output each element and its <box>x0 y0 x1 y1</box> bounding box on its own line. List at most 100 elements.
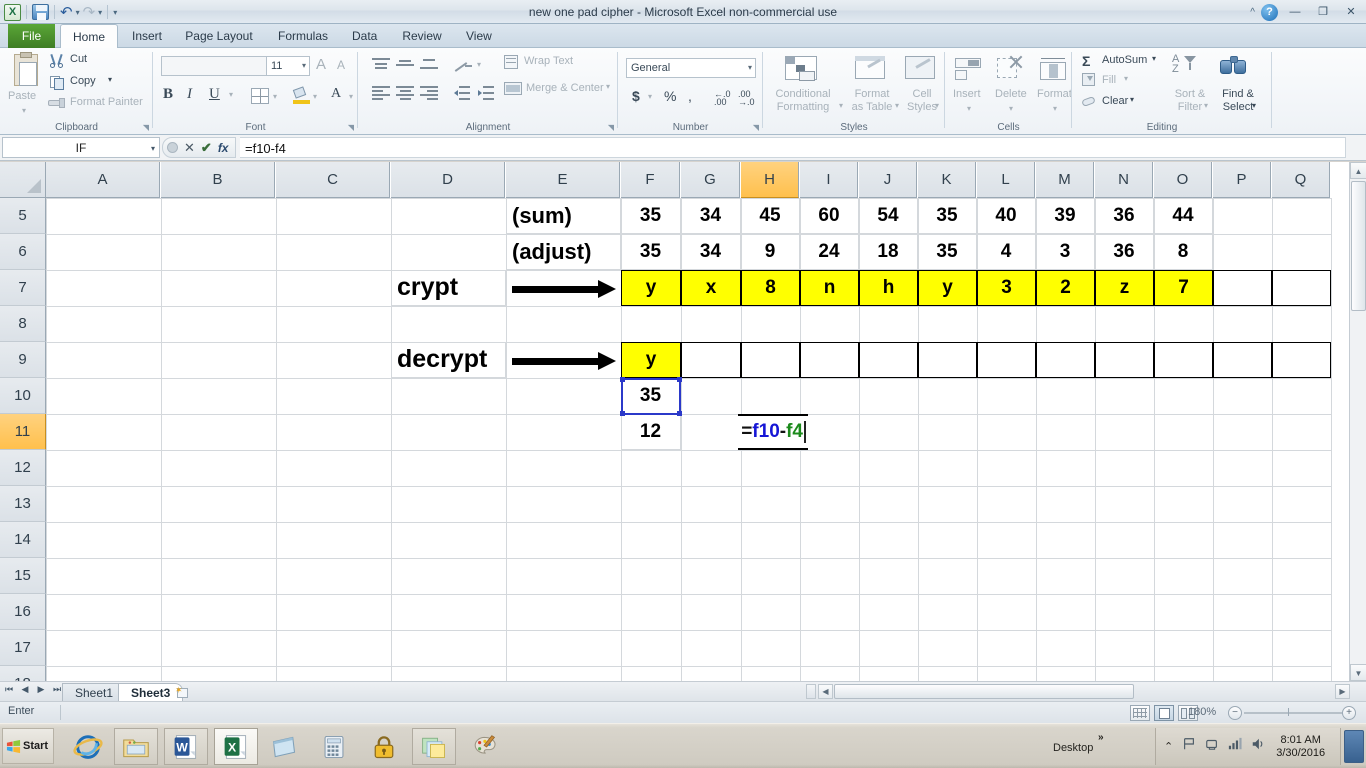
cell-G6[interactable]: 34 <box>681 234 741 270</box>
format-painter-label[interactable]: Format Painter <box>70 96 143 108</box>
cell-F6[interactable]: 35 <box>621 234 681 270</box>
cell-M9[interactable] <box>1036 342 1095 378</box>
format-cells-label[interactable]: Format <box>1037 88 1072 100</box>
cell-styles-icon[interactable] <box>905 56 937 82</box>
cell-O5[interactable]: 44 <box>1154 198 1213 234</box>
column-header-C[interactable]: C <box>276 162 390 198</box>
clear-dropdown-icon[interactable]: ▾ <box>1130 95 1134 104</box>
cell-M5[interactable]: 39 <box>1036 198 1095 234</box>
cell-L7[interactable]: 3 <box>977 270 1036 306</box>
vertical-scrollbar[interactable]: ▲ ▼ <box>1349 162 1366 681</box>
lock-icon[interactable] <box>362 728 406 765</box>
cell-F10[interactable]: 35 <box>621 378 681 414</box>
paste-dropdown-icon[interactable]: ▾ <box>22 106 26 115</box>
cell-D9[interactable]: decrypt <box>391 342 506 378</box>
cell-F5[interactable]: 35 <box>621 198 681 234</box>
name-box-dropdown-icon[interactable]: ▾ <box>151 138 155 159</box>
cancel-icon[interactable]: ✕ <box>184 140 195 156</box>
borders-dropdown-icon[interactable]: ▾ <box>273 92 277 101</box>
cell-K5[interactable]: 35 <box>918 198 977 234</box>
cell-K9[interactable] <box>918 342 977 378</box>
first-sheet-icon[interactable]: ⏮ <box>2 684 16 695</box>
column-header-A[interactable]: A <box>46 162 160 198</box>
column-header-L[interactable]: L <box>977 162 1035 198</box>
decrease-decimal-icon[interactable]: .00 →.0 <box>738 90 755 107</box>
cell-G7[interactable]: x <box>681 270 741 306</box>
delete-cells-dropdown-icon[interactable]: ▾ <box>1009 104 1013 113</box>
cell-J9[interactable] <box>859 342 918 378</box>
cell-N5[interactable]: 36 <box>1095 198 1154 234</box>
decrease-indent-icon[interactable] <box>454 86 470 100</box>
tab-review[interactable]: Review <box>392 24 452 48</box>
paste-icon[interactable] <box>12 52 40 88</box>
tab-formulas[interactable]: Formulas <box>268 24 338 48</box>
clear-label[interactable]: Clear <box>1102 95 1128 107</box>
paint-icon[interactable] <box>462 728 506 765</box>
tab-data[interactable]: Data <box>342 24 387 48</box>
volume-icon[interactable] <box>1251 737 1265 756</box>
cell-Q7[interactable] <box>1272 270 1331 306</box>
cell-G9[interactable] <box>681 342 741 378</box>
hscroll-left-icon[interactable]: ◀ <box>818 684 833 699</box>
copy-label[interactable]: Copy <box>70 75 96 87</box>
cell-H7[interactable]: 8 <box>741 270 800 306</box>
cell-O9[interactable] <box>1154 342 1213 378</box>
row-header-13[interactable]: 13 <box>0 486 46 522</box>
delete-cells-label[interactable]: Delete <box>995 88 1027 100</box>
clock[interactable]: 8:01 AM 3/30/2016 <box>1276 734 1325 760</box>
align-right-icon[interactable] <box>420 86 438 100</box>
orientation-icon[interactable] <box>454 56 474 72</box>
show-desktop-button[interactable] <box>1344 730 1364 763</box>
increase-indent-icon[interactable] <box>478 86 494 100</box>
column-header-M[interactable]: M <box>1036 162 1094 198</box>
merge-center-dropdown-icon[interactable]: ▾ <box>606 82 610 91</box>
font-dialog-launcher-icon[interactable]: ◥ <box>348 123 354 132</box>
row-header-9[interactable]: 9 <box>0 342 46 378</box>
fill-dropdown-icon[interactable]: ▾ <box>1124 74 1128 83</box>
column-header-D[interactable]: D <box>391 162 505 198</box>
underline-button[interactable]: U <box>209 86 220 103</box>
cell-editor-H11[interactable]: = f10- f4 <box>738 414 808 450</box>
bold-button[interactable]: B <box>163 86 173 103</box>
clear-icon[interactable] <box>1081 94 1098 108</box>
cell-K6[interactable]: 35 <box>918 234 977 270</box>
sheet-tab-sheet3[interactable]: Sheet3 <box>118 683 184 702</box>
cell-E6[interactable]: (adjust) <box>506 234 621 270</box>
overflow-chevron-icon[interactable]: » <box>1098 732 1104 743</box>
collapse-ribbon-icon[interactable]: ^ <box>1250 7 1255 18</box>
cell-F7[interactable]: y <box>621 270 681 306</box>
autosum-label[interactable]: AutoSum <box>1102 54 1147 66</box>
minimize-button[interactable]: — <box>1284 4 1306 21</box>
row-header-10[interactable]: 10 <box>0 378 46 414</box>
row-header-12[interactable]: 12 <box>0 450 46 486</box>
row-header-16[interactable]: 16 <box>0 594 46 630</box>
page-layout-view-icon[interactable] <box>1154 705 1174 721</box>
column-header-N[interactable]: N <box>1095 162 1153 198</box>
row-header-18[interactable]: 18 <box>0 666 46 681</box>
sticky-notes-icon[interactable] <box>412 728 456 765</box>
column-header-B[interactable]: B <box>161 162 275 198</box>
insert-function-icon[interactable]: fx <box>218 141 229 155</box>
cell-E5[interactable]: (sum) <box>506 198 621 234</box>
cell-O7[interactable]: 7 <box>1154 270 1213 306</box>
cell-P9[interactable] <box>1213 342 1272 378</box>
row-header-8[interactable]: 8 <box>0 306 46 342</box>
cell-O6[interactable]: 8 <box>1154 234 1213 270</box>
column-header-P[interactable]: P <box>1213 162 1271 198</box>
cell-K7[interactable]: y <box>918 270 977 306</box>
delete-cells-icon[interactable] <box>997 55 1025 82</box>
cell-H5[interactable]: 45 <box>741 198 800 234</box>
scroll-up-icon[interactable]: ▲ <box>1350 162 1366 179</box>
cell-L5[interactable]: 40 <box>977 198 1036 234</box>
fill-label[interactable]: Fill <box>1102 74 1116 86</box>
tab-split-handle[interactable] <box>806 684 816 699</box>
format-as-table-label[interactable]: Format as Table <box>849 88 895 114</box>
conditional-formatting-dropdown-icon[interactable]: ▾ <box>839 101 843 110</box>
scroll-down-icon[interactable]: ▼ <box>1350 664 1366 681</box>
prev-sheet-icon[interactable]: ◀ <box>18 684 32 695</box>
currency-icon[interactable]: $ <box>632 88 640 104</box>
font-color-icon[interactable]: A <box>331 86 341 102</box>
fill-color-icon[interactable] <box>292 86 310 104</box>
cell-F11[interactable]: 12 <box>621 414 681 450</box>
shrink-font-icon[interactable]: A <box>337 58 345 72</box>
